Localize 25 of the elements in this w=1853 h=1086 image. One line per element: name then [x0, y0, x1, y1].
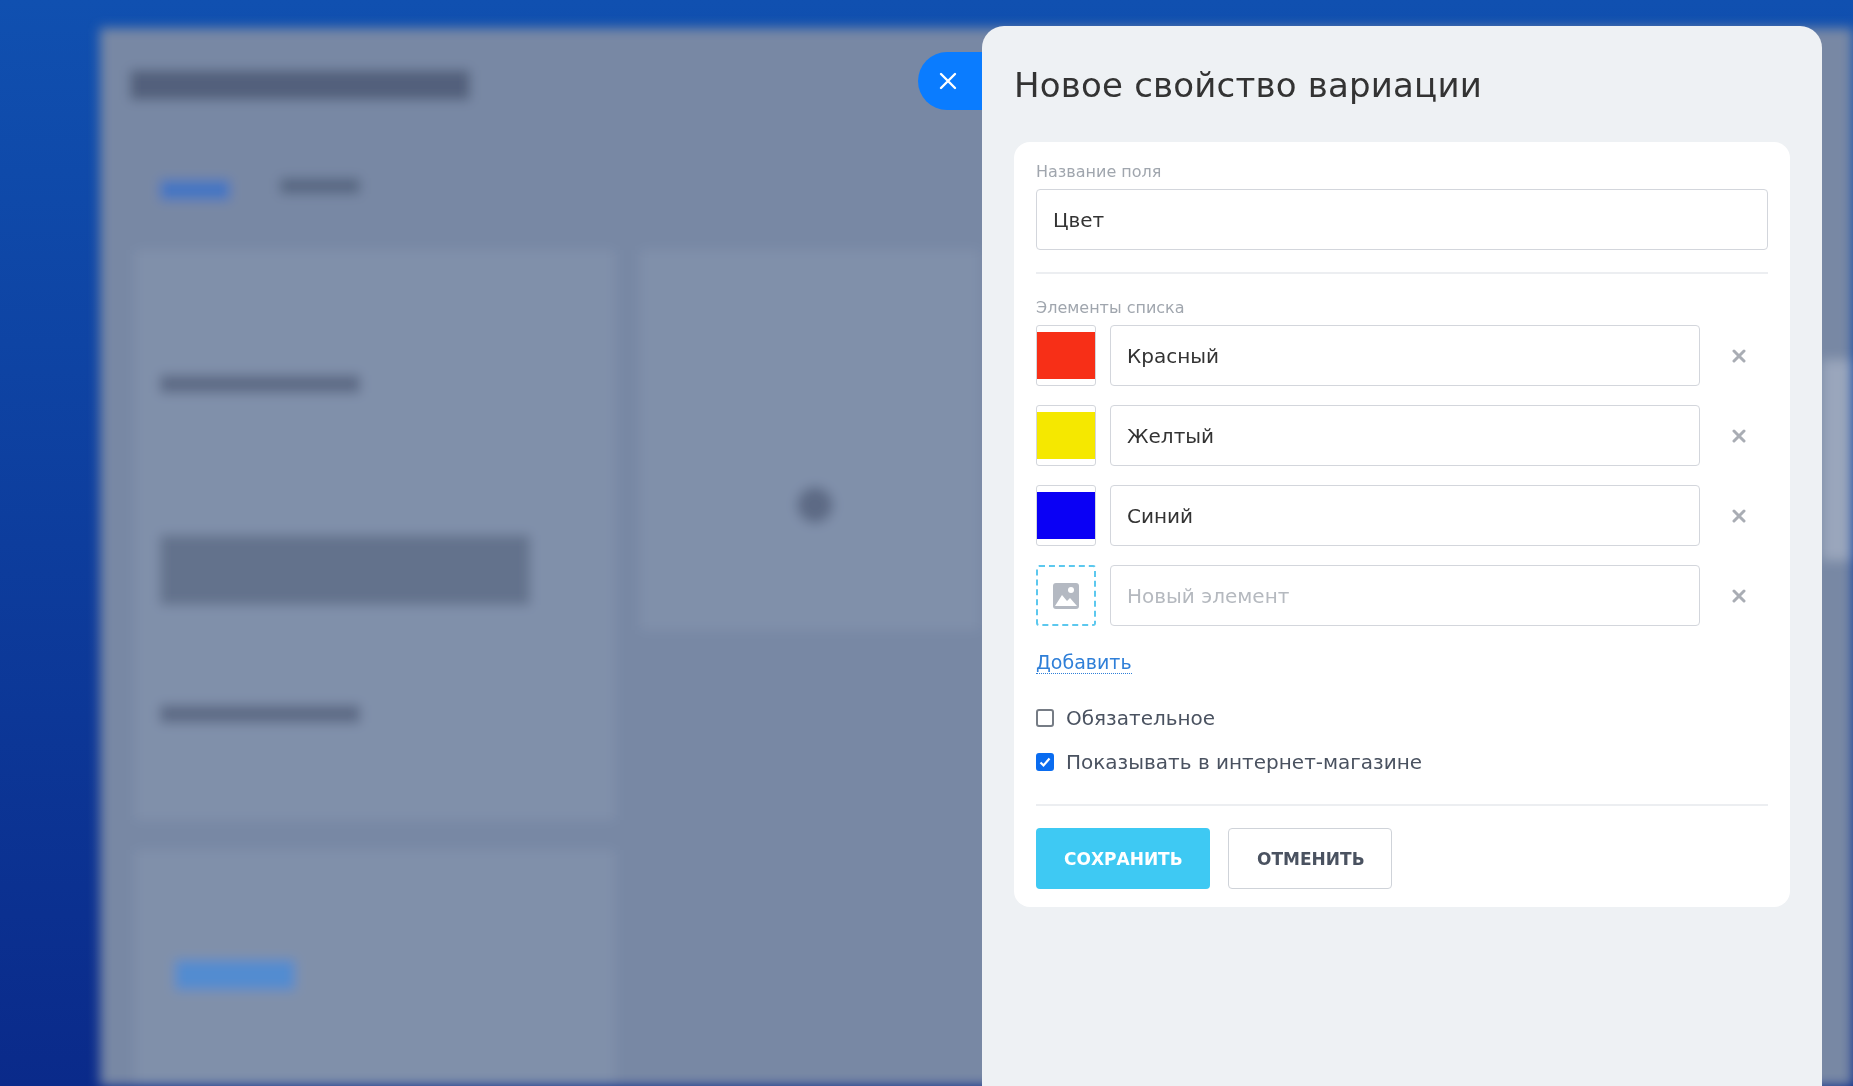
image-icon [1052, 581, 1080, 610]
add-link[interactable]: Добавить [1036, 651, 1132, 674]
color-swatch[interactable] [1036, 485, 1096, 546]
color-swatch[interactable] [1036, 325, 1096, 386]
remove-icon[interactable] [1732, 588, 1746, 603]
item-input-field[interactable]: Красный [1110, 325, 1700, 386]
checkbox[interactable] [1036, 753, 1054, 771]
close-button[interactable] [918, 52, 982, 110]
image-upload[interactable] [1036, 565, 1096, 626]
item-input-field[interactable]: Синий [1110, 485, 1700, 546]
remove-icon[interactable] [1732, 428, 1746, 443]
name-input-field[interactable]: Цвет [1036, 189, 1768, 250]
option-label: Показывать в интернет-магазине [1066, 750, 1423, 774]
item-input-field[interactable]: Новый элемент [1110, 565, 1700, 626]
color-swatch[interactable] [1036, 405, 1096, 466]
field-label: Название поля [1036, 162, 1162, 181]
panel-title: Новое свойство вариации [1014, 64, 1484, 107]
checkbox[interactable] [1036, 709, 1054, 727]
list-label: Элементы списка [1036, 298, 1185, 317]
close-icon [938, 71, 958, 91]
cancel-button[interactable]: ОТМЕНИТЬ [1228, 828, 1392, 889]
option-label: Обязательное [1066, 706, 1216, 730]
item-input-field[interactable]: Желтый [1110, 405, 1700, 466]
remove-icon[interactable] [1732, 348, 1746, 363]
remove-icon[interactable] [1732, 508, 1746, 523]
